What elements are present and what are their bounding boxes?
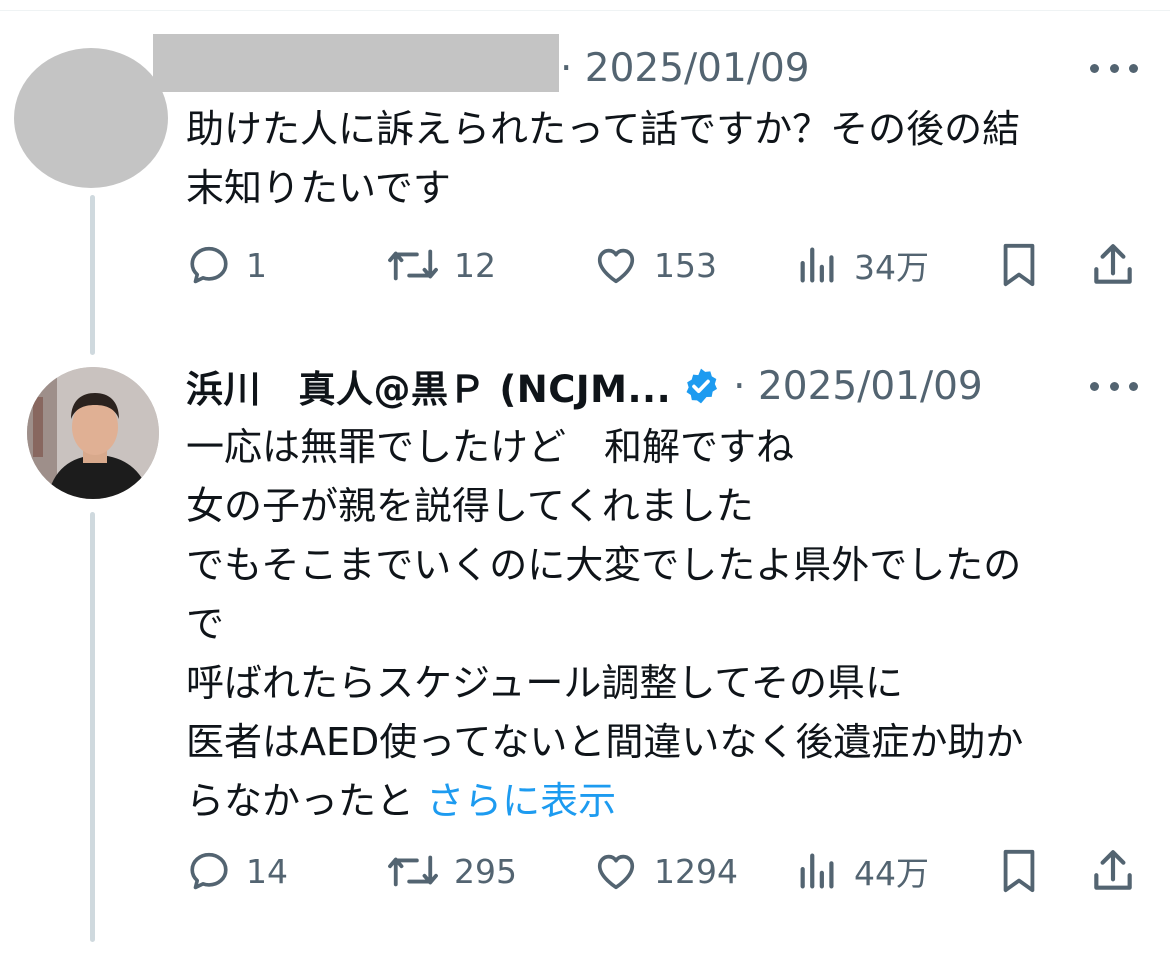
share-button[interactable] [1088, 240, 1138, 290]
verified-badge-icon [681, 366, 721, 406]
tweet-text-line: 一応は無罪でしたけど 和解ですね [186, 425, 795, 469]
bookmark-button[interactable] [996, 240, 1042, 290]
tweet-text-line: 女の子が親を説得してくれました [186, 484, 754, 528]
tweet-text-line: らなかったと [186, 779, 415, 823]
view-count: 44万 [854, 854, 929, 893]
author-name[interactable]: 浜川 真人@黒Ｐ (NCJM... [186, 359, 671, 413]
tweet-text: 一応は無罪でしたけど 和解ですね 女の子が親を説得してくれました でもそこまでい… [186, 418, 1146, 831]
top-divider [0, 10, 1170, 11]
retweet-arrows-icon [388, 855, 438, 887]
reply-button[interactable]: 14 [186, 846, 288, 896]
tweet-header: · 2025/01/09 [560, 42, 810, 94]
retweet-button[interactable]: 12 [386, 240, 496, 290]
profile-photo [27, 367, 159, 499]
thread-line [90, 512, 95, 942]
tweet-text-line: 助けた人に訴えられたって話ですか？その後の結 [186, 107, 1021, 151]
heart-icon [597, 248, 635, 284]
speech-bubble-icon [190, 852, 228, 890]
retweet-arrows-icon [388, 249, 438, 281]
heart-icon [597, 854, 635, 890]
tweet-text-line: 医者はAED使ってないと間違いなく後遺症か助か [186, 720, 1024, 764]
more-options-icon[interactable] [1090, 58, 1138, 78]
avatar[interactable] [27, 367, 159, 499]
thread-line [90, 195, 95, 355]
tweet-text-line: 末知りたいです [186, 166, 451, 210]
view-count: 34万 [854, 248, 929, 287]
share-button[interactable] [1088, 846, 1138, 896]
tweet-date[interactable]: · 2025/01/09 [560, 46, 810, 91]
share-upload-icon [1094, 850, 1132, 890]
share-upload-icon [1094, 244, 1132, 284]
like-count: 1294 [654, 851, 738, 891]
redacted-author-name [153, 34, 559, 92]
tweet-text-line: で [186, 602, 225, 646]
bar-chart-icon [800, 853, 834, 889]
reply-count: 1 [246, 245, 267, 285]
tweet-header: 浜川 真人@黒Ｐ (NCJM... · 2025/01/09 [186, 360, 983, 412]
reply-count: 14 [246, 851, 288, 891]
like-button[interactable]: 153 [592, 240, 717, 290]
views-button[interactable]: 34万 [796, 240, 929, 290]
retweet-count: 295 [454, 851, 517, 891]
bookmark-button[interactable] [996, 846, 1042, 896]
bookmark-icon [1003, 243, 1035, 287]
bar-chart-icon [800, 247, 834, 283]
tweet-text-line: でもそこまでいくのに大変でしたよ県外でしたの [186, 543, 1022, 587]
speech-bubble-icon [190, 246, 228, 284]
retweet-button[interactable]: 295 [386, 846, 517, 896]
show-more-link[interactable]: さらに表示 [426, 779, 616, 823]
tweet-text-line: 呼ばれたらスケジュール調整してその県に [186, 661, 904, 705]
avatar[interactable] [14, 48, 168, 188]
tweet-text: 助けた人に訴えられたって話ですか？その後の結 末知りたいです [186, 100, 1146, 218]
more-options-icon[interactable] [1090, 376, 1138, 396]
tweet-date[interactable]: · 2025/01/09 [733, 364, 983, 409]
retweet-count: 12 [454, 245, 496, 285]
bookmark-icon [1003, 849, 1035, 893]
tweet-text-line-last: らなかったと さらに表示 [186, 772, 1146, 831]
reply-button[interactable]: 1 [186, 240, 267, 290]
like-count: 153 [654, 245, 717, 285]
like-button[interactable]: 1294 [592, 846, 738, 896]
views-button[interactable]: 44万 [796, 846, 929, 896]
